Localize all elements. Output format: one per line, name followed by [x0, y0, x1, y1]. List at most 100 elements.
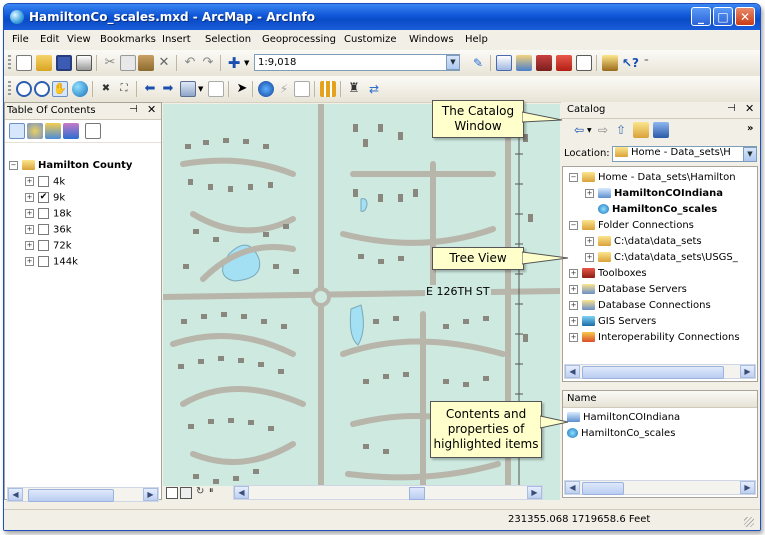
add-data-icon[interactable]: ✚	[226, 55, 242, 71]
save-icon[interactable]	[56, 55, 72, 71]
expand-icon[interactable]: +	[569, 316, 578, 326]
scroll-right-icon[interactable]: ▶	[740, 365, 755, 378]
html-popup-icon[interactable]	[294, 81, 310, 97]
expand-icon[interactable]: +	[585, 252, 594, 262]
expand-icon[interactable]: +	[569, 284, 578, 294]
map-horizontal-scrollbar[interactable]: ◀ ▶	[233, 485, 543, 500]
pause-drawing-icon[interactable]: ⏸	[209, 486, 214, 496]
table-of-contents-icon[interactable]	[496, 55, 512, 71]
tree-item-folder[interactable]: + C:\data\data_sets\USGS_	[585, 252, 738, 263]
go-back-icon[interactable]: ⬅	[142, 81, 158, 97]
redo-icon[interactable]: ↷	[200, 55, 216, 71]
layer-item[interactable]: + ✔ 9k	[25, 192, 65, 204]
arctoolbox-icon[interactable]	[556, 55, 572, 71]
toc-close-icon[interactable]: ✕	[147, 103, 156, 116]
find-icon[interactable]: ♜	[346, 81, 362, 97]
list-by-source-icon[interactable]	[27, 123, 43, 139]
expand-icon[interactable]: +	[569, 332, 578, 342]
back-dropdown-icon[interactable]: ▼	[587, 127, 592, 134]
collapse-icon[interactable]: −	[569, 220, 578, 230]
expand-icon[interactable]: +	[25, 193, 34, 202]
catalog-close-icon[interactable]: ✕	[745, 102, 754, 115]
menu-windows[interactable]: Windows	[409, 34, 454, 45]
tree-horizontal-scrollbar[interactable]: ◀ ▶	[564, 364, 756, 379]
tree-item-folder[interactable]: + C:\data\data_sets	[585, 236, 702, 247]
toc-pin-icon[interactable]: ⊣	[129, 104, 138, 115]
zoom-in-icon[interactable]	[16, 81, 32, 97]
scroll-left-icon[interactable]: ◀	[234, 486, 249, 499]
menu-customize[interactable]: Customize	[344, 34, 397, 45]
contents-item[interactable]: HamiltonCo_scales	[567, 428, 675, 439]
map-scale-input[interactable]: 1:9,018	[254, 54, 460, 71]
model-builder-icon[interactable]	[602, 55, 618, 71]
scroll-right-icon[interactable]: ▶	[740, 481, 755, 494]
hyperlink-icon[interactable]: ⚡	[276, 81, 292, 97]
contents-item[interactable]: HamiltonCOIndiana	[567, 412, 680, 423]
list-by-selection-icon[interactable]	[63, 123, 79, 139]
maximize-button[interactable]: □	[713, 7, 733, 26]
catalog-pin-icon[interactable]: ⊣	[727, 103, 736, 114]
fixed-zoom-in-icon[interactable]: ✖	[98, 81, 114, 97]
layer-visibility-checkbox[interactable]	[38, 240, 49, 251]
select-features-dropdown-icon[interactable]: ▼	[198, 85, 203, 93]
layer-item[interactable]: +72k	[25, 240, 72, 252]
expand-icon[interactable]: +	[25, 257, 34, 266]
scroll-thumb[interactable]	[28, 489, 114, 502]
home-folder-icon[interactable]	[633, 122, 649, 138]
location-input[interactable]: Home - Data_sets\H	[612, 146, 757, 162]
layer-item[interactable]: +36k	[25, 224, 72, 236]
full-extent-icon[interactable]	[72, 81, 88, 97]
open-folder-icon[interactable]	[36, 55, 52, 71]
tree-item-interoperability[interactable]: + Interoperability Connections	[569, 332, 740, 343]
up-one-level-icon[interactable]: ⇧	[613, 122, 629, 138]
identify-icon[interactable]	[258, 81, 274, 97]
cut-icon[interactable]: ✂	[102, 55, 118, 71]
layer-item[interactable]: +4k	[25, 176, 65, 188]
menu-help[interactable]: Help	[465, 34, 488, 45]
refresh-view-icon[interactable]: ↻	[196, 486, 204, 497]
menu-bookmarks[interactable]: Bookmarks	[100, 34, 156, 45]
whats-this-help-icon[interactable]: ↖?	[622, 55, 639, 71]
scroll-right-icon[interactable]: ▶	[143, 488, 158, 501]
copy-icon[interactable]	[120, 55, 136, 71]
expand-icon[interactable]: +	[585, 188, 594, 198]
layer-visibility-checkbox[interactable]	[38, 208, 49, 219]
menu-selection[interactable]: Selection	[205, 34, 251, 45]
expand-icon[interactable]: +	[569, 268, 578, 278]
tree-item-toolboxes[interactable]: + Toolboxes	[569, 268, 647, 279]
menu-insert[interactable]: Insert	[162, 34, 191, 45]
scroll-left-icon[interactable]: ◀	[565, 365, 580, 378]
toc-horizontal-scrollbar[interactable]: ◀ ▶	[7, 487, 159, 502]
expand-icon[interactable]: +	[25, 209, 34, 218]
layer-item[interactable]: +18k	[25, 208, 72, 220]
scroll-thumb[interactable]	[582, 482, 624, 495]
expand-icon[interactable]: +	[25, 225, 34, 234]
layer-item[interactable]: +144k	[25, 256, 78, 268]
back-icon[interactable]: ⇦	[571, 122, 587, 138]
pan-icon[interactable]: ✋	[52, 81, 68, 97]
scroll-thumb[interactable]	[409, 487, 425, 500]
toc-options-icon[interactable]	[85, 123, 101, 139]
new-document-icon[interactable]	[16, 55, 32, 71]
clear-selection-icon[interactable]	[208, 81, 224, 97]
list-by-drawing-order-icon[interactable]	[9, 123, 25, 139]
expand-icon[interactable]: +	[25, 177, 34, 186]
editor-toolbar-icon[interactable]: ✎	[470, 55, 486, 71]
select-features-icon[interactable]	[180, 81, 196, 97]
add-data-dropdown-icon[interactable]: ▼	[244, 59, 249, 67]
layer-visibility-checkbox[interactable]	[38, 176, 49, 187]
measure-icon[interactable]	[320, 81, 336, 97]
tree-item-folder-connections[interactable]: − Folder Connections	[569, 220, 694, 231]
collapse-icon[interactable]: −	[9, 160, 18, 170]
menu-edit[interactable]: Edit	[40, 34, 59, 45]
minimize-button[interactable]: _	[691, 7, 711, 26]
menu-file[interactable]: File	[12, 34, 29, 45]
layer-group-hamilton-county[interactable]: − Hamilton County	[9, 160, 132, 171]
collapse-icon[interactable]: −	[569, 172, 578, 182]
resize-grip[interactable]	[744, 517, 754, 527]
tree-item-home[interactable]: − Home - Data_sets\Hamilton	[569, 172, 736, 183]
scroll-left-icon[interactable]: ◀	[8, 488, 23, 501]
find-route-icon[interactable]: ⇄	[366, 81, 382, 97]
expand-icon[interactable]: +	[585, 236, 594, 246]
tree-item-geodatabase[interactable]: + HamiltonCOIndiana	[585, 188, 723, 199]
